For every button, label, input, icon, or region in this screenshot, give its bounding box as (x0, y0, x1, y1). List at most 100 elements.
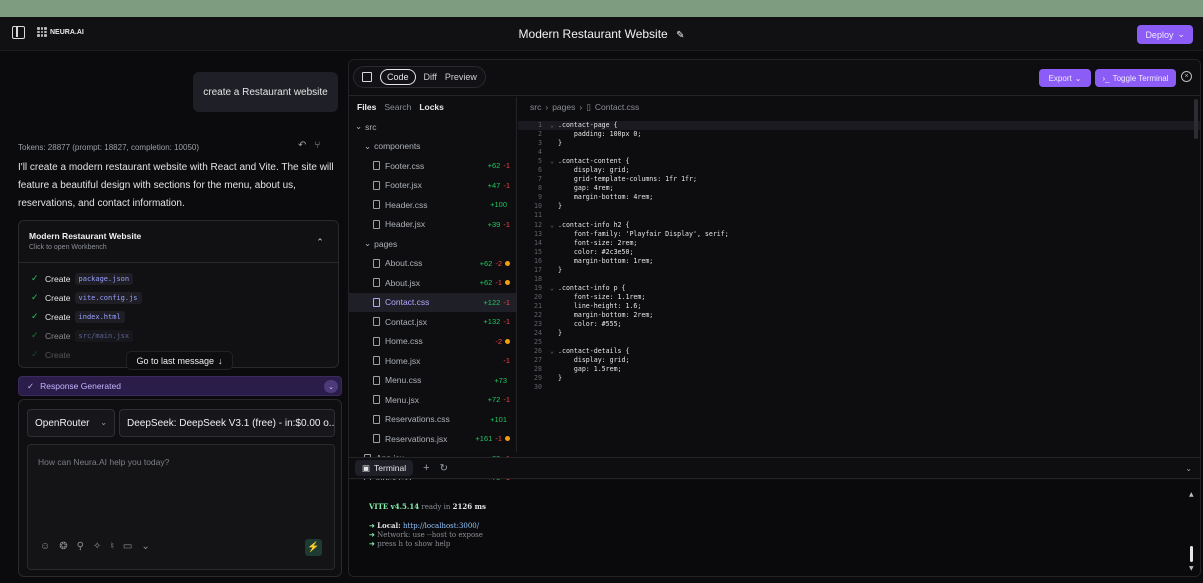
chevron-down-icon: ⌄ (355, 121, 363, 132)
github-icon[interactable]: ❂ (59, 541, 67, 552)
line-number: 26 (534, 347, 542, 356)
prompt-input[interactable] (38, 457, 318, 467)
paperclip-icon[interactable]: ⚲ (77, 541, 84, 552)
fold-icon (550, 193, 558, 202)
tree-file[interactable]: Footer.jsx +47 -1 (349, 176, 516, 196)
tree-file[interactable]: Header.jsx +39 -1 (349, 215, 516, 235)
tab-files[interactable]: Files (357, 102, 376, 112)
chevron-down-icon[interactable]: ⌄ (324, 380, 338, 393)
fold-icon (550, 302, 558, 311)
tree-file[interactable]: Reservations.css +101 (349, 410, 516, 430)
terminal-output[interactable]: VITE v4.5.14 ready in 2126 ms ➜ Local: h… (349, 480, 1200, 576)
palette-icon[interactable]: ☺ (40, 541, 50, 552)
refresh-icon[interactable]: ↻ (440, 463, 448, 474)
terminal-toolbar: ▣ Terminal + ↻ ⌄ (349, 457, 1200, 479)
undo-icon[interactable]: ↶ (298, 140, 306, 151)
fold-icon[interactable]: ⌄ (550, 347, 558, 356)
tree-file[interactable]: Menu.css +73 (349, 371, 516, 391)
tab-code[interactable]: Code (380, 69, 416, 85)
close-icon[interactable]: × (1181, 71, 1192, 82)
tab-diff[interactable]: Diff (424, 72, 437, 82)
tab-locks[interactable]: Locks (419, 102, 444, 112)
tree-file[interactable]: About.jsx +62 -1 (349, 273, 516, 293)
scroll-up-icon[interactable]: ▲ (1189, 490, 1194, 499)
modified-dot (505, 280, 510, 286)
breadcrumb-item[interactable]: Contact.css (595, 102, 639, 112)
scroll-thumb[interactable] (1190, 546, 1193, 562)
fold-icon[interactable]: ⌄ (550, 284, 558, 293)
tree-file[interactable]: About.css +62 -2 (349, 254, 516, 274)
pencil-icon[interactable]: ✎ (676, 30, 684, 41)
fold-icon[interactable]: ⌄ (550, 121, 558, 130)
tab-search[interactable]: Search (384, 102, 411, 112)
fork-icon[interactable]: ⑂ (314, 140, 320, 151)
fold-icon[interactable]: ⌄ (550, 157, 558, 166)
artifact-title: Modern Restaurant Website (29, 231, 142, 241)
provider-select[interactable]: OpenRouter ⌄ (27, 409, 115, 437)
tree-item-name: Header.css (385, 199, 428, 210)
response-generated-label: Response Generated (40, 381, 121, 391)
lines-added: +132 (483, 317, 501, 327)
code-line: 21 line-height: 1.6; (518, 302, 1200, 311)
tree-file[interactable]: Reservations.jsx +161 -1 (349, 429, 516, 449)
panel-icon[interactable] (362, 72, 372, 82)
tree-folder[interactable]: ⌄ src (349, 117, 516, 137)
screen-icon[interactable]: ▭ (123, 541, 132, 552)
tree-file[interactable]: Home.jsx -1 (349, 351, 516, 371)
tree-file[interactable]: Menu.jsx +72 -1 (349, 390, 516, 410)
tree-file[interactable]: Header.css +100 (349, 195, 516, 215)
line-number: 6 (538, 166, 542, 175)
artifact-header[interactable]: Modern Restaurant Website Click to open … (19, 221, 338, 263)
tree-file[interactable]: Contact.jsx +132 -1 (349, 312, 516, 332)
terminal-scrollbar[interactable]: ▲ ▼ (1189, 490, 1194, 572)
line-number: 27 (534, 356, 542, 365)
terminal-line: ➜ press h to show help (369, 540, 451, 548)
step-item: ✓ Create src/main.jsx (31, 326, 326, 345)
export-label: Export (1048, 73, 1072, 83)
tree-file[interactable]: Contact.css +122 -1 (349, 292, 516, 312)
toggle-terminal-button[interactable]: ›_ Toggle Terminal (1095, 69, 1176, 87)
send-button[interactable]: ⚡ (305, 539, 322, 556)
local-url[interactable]: http://localhost:3000/ (403, 522, 479, 530)
breadcrumb-item[interactable]: src (530, 102, 541, 112)
chevron-down-icon: ⌄ (100, 418, 107, 427)
chevron-down-icon: ⌄ (364, 140, 372, 151)
response-generated-bar[interactable]: ✓ Response Generated ⌄ (18, 376, 342, 396)
tree-file[interactable]: Footer.css +62 -1 (349, 156, 516, 176)
tree-folder[interactable]: ⌄ pages (349, 234, 516, 254)
line-number: 1 (538, 121, 542, 129)
terminal-tab[interactable]: ▣ Terminal (355, 460, 414, 476)
tree-file[interactable]: Home.css -2 (349, 332, 516, 352)
tab-preview[interactable]: Preview (445, 72, 477, 82)
code-lines[interactable]: 1 ⌄ .contact-page {2 padding: 100px 0; 3} 4 5… (518, 121, 1200, 392)
scroll-down-icon[interactable]: ▼ (1189, 564, 1194, 573)
fold-icon (550, 184, 558, 193)
chevron-down-icon[interactable]: ⌄ (141, 541, 149, 552)
code-line: 19 ⌄ .contact-info p { (518, 284, 1200, 293)
vite-version: VITE v4.5.14 (369, 502, 420, 511)
line-number: 13 (534, 229, 542, 238)
tree-item-name: Menu.jsx (385, 394, 420, 405)
microphone-icon[interactable]: ♮ (110, 541, 114, 552)
code-text: } (558, 265, 562, 274)
lines-added: +100 (490, 200, 507, 210)
sparkle-icon[interactable]: ✧ (93, 541, 101, 552)
go-to-last-message-button[interactable]: Go to last message ↓ (126, 351, 233, 370)
chevron-up-icon[interactable]: ⌃ (312, 237, 328, 251)
breadcrumb-item[interactable]: pages (552, 102, 575, 112)
editor-scrollbar[interactable] (1194, 99, 1198, 139)
line-number: 22 (534, 310, 542, 319)
prompt-area[interactable]: ☺ ❂ ⚲ ✧ ♮ ▭ ⌄ ⚡ (27, 444, 335, 570)
model-select[interactable]: DeepSeek: DeepSeek V3.1 (free) - in:$0.0… (119, 409, 335, 437)
tree-folder[interactable]: ⌄ components (349, 137, 516, 157)
tree-item-name: src (365, 121, 377, 132)
artifact-card[interactable]: Modern Restaurant Website Click to open … (18, 220, 339, 368)
fold-icon[interactable]: ⌄ (550, 221, 558, 230)
export-button[interactable]: Export ⌄ (1039, 69, 1091, 87)
add-terminal-icon[interactable]: + (423, 462, 429, 474)
deploy-button[interactable]: Deploy ⌄ (1137, 25, 1193, 44)
file-icon (373, 375, 380, 385)
fold-icon (550, 248, 558, 257)
toggle-terminal-label: Toggle Terminal (1112, 73, 1169, 83)
chevron-down-icon[interactable]: ⌄ (1185, 464, 1192, 473)
